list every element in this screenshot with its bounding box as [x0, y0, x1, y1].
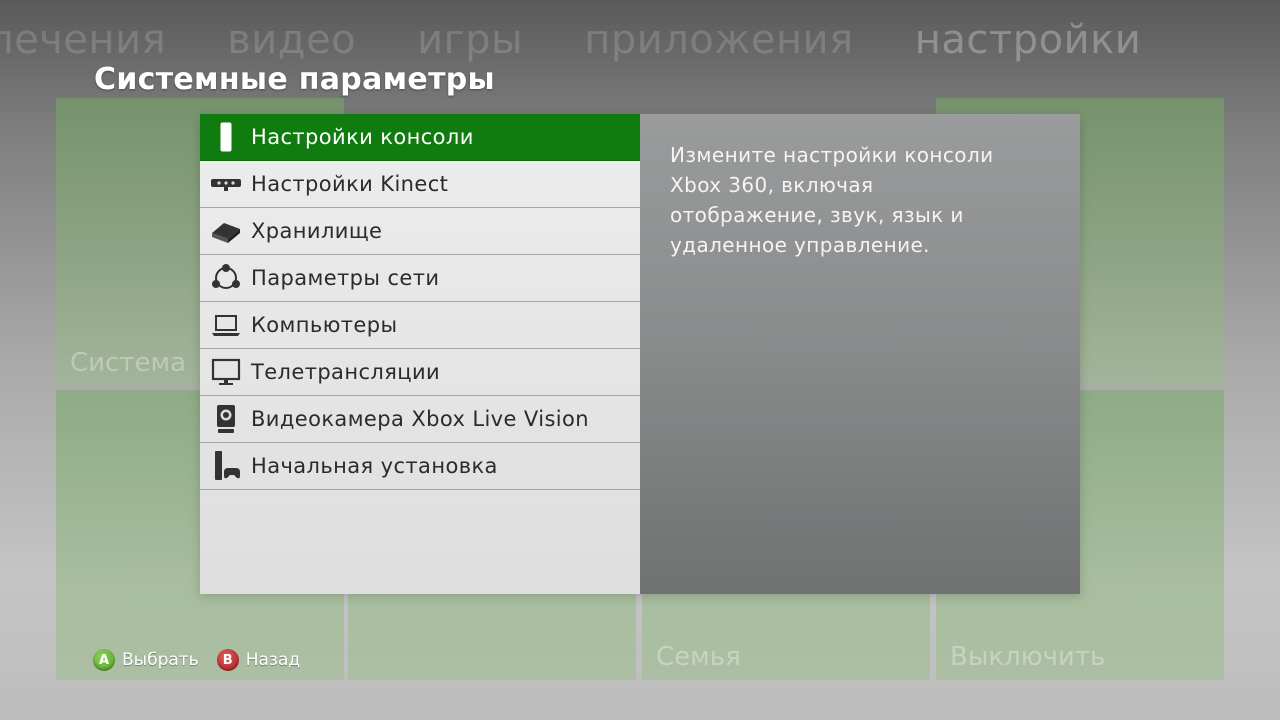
pivot-label-active: настройки	[914, 17, 1142, 63]
pivot-label: лечения	[0, 17, 167, 63]
setup-icon	[209, 449, 243, 483]
settings-menu: Настройки консоли Настройки Kinect Храни…	[200, 114, 640, 594]
select-label: Выбрать	[122, 650, 199, 670]
kinect-icon	[209, 167, 243, 201]
storage-icon	[209, 214, 243, 248]
menu-item-label: Хранилище	[251, 219, 383, 243]
console-icon	[209, 120, 243, 154]
menu-item-label: Настройки Kinect	[251, 172, 449, 196]
camera-icon	[209, 402, 243, 436]
tile-label: Система	[70, 348, 187, 378]
menu-item-kinect-settings[interactable]: Настройки Kinect	[200, 161, 640, 208]
menu-item-label: Параметры сети	[251, 266, 440, 290]
description-text: Измените настройки консоли Xbox 360, вкл…	[670, 143, 994, 257]
page-title: Системные параметры	[94, 62, 495, 97]
menu-item-label: Настройки консоли	[251, 125, 474, 149]
tile-label: Выключить	[950, 642, 1106, 672]
menu-item-label: Компьютеры	[251, 313, 398, 337]
pivot-label: приложения	[584, 17, 854, 63]
settings-panel: Настройки консоли Настройки Kinect Храни…	[200, 114, 1080, 594]
menu-item-network[interactable]: Параметры сети	[200, 255, 640, 302]
b-button-icon: B	[216, 649, 239, 671]
laptop-icon	[209, 308, 243, 342]
a-button-icon: A	[93, 649, 115, 671]
menu-item-label: Телетрансляции	[251, 360, 441, 384]
menu-item-streaming[interactable]: Телетрансляции	[200, 349, 640, 396]
back-hint[interactable]: B Назад	[216, 649, 301, 671]
monitor-icon	[209, 355, 243, 389]
menu-item-storage[interactable]: Хранилище	[200, 208, 640, 255]
menu-item-console-settings[interactable]: Настройки консоли	[200, 114, 640, 161]
menu-item-live-vision-camera[interactable]: Видеокамера Xbox Live Vision	[200, 396, 640, 443]
select-hint[interactable]: A Выбрать	[93, 649, 199, 671]
menu-item-label: Видеокамера Xbox Live Vision	[251, 407, 589, 431]
back-label: Назад	[245, 650, 301, 670]
description-panel: Измените настройки консоли Xbox 360, вкл…	[640, 114, 1080, 594]
tile-label: Семья	[656, 642, 741, 672]
pivot-label: игры	[417, 17, 524, 63]
menu-item-label: Начальная установка	[251, 454, 498, 478]
network-icon	[209, 261, 243, 295]
menu-item-computers[interactable]: Компьютеры	[200, 302, 640, 349]
pivot-label: видео	[227, 17, 357, 63]
button-hints: A Выбрать B Назад	[93, 649, 318, 671]
menu-item-initial-setup[interactable]: Начальная установка	[200, 443, 640, 490]
